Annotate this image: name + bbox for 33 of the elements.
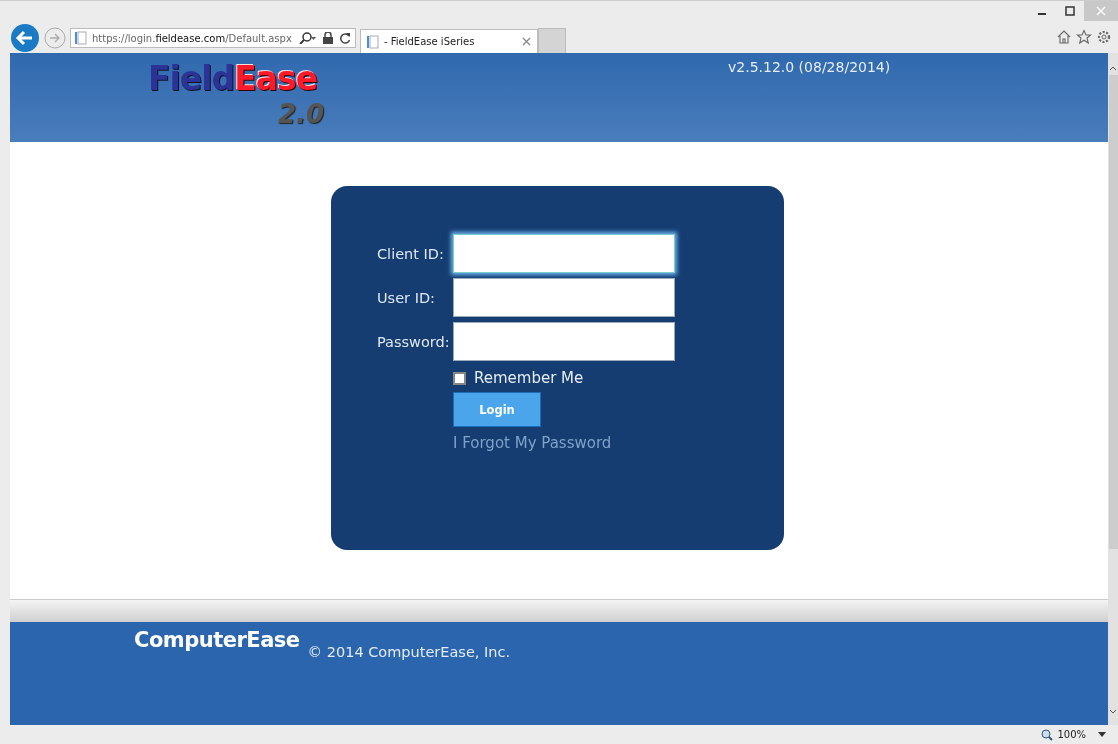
page-icon [367,34,379,49]
browser-tab[interactable]: - FieldEase iSeries [360,29,538,53]
version-text: v2.5.12.0 (08/28/2014) [728,59,891,75]
field-label: Client ID: [377,245,445,262]
scroll-up-icon[interactable] [1109,65,1117,71]
scroll-down-icon[interactable] [1109,709,1117,715]
input-field[interactable] [453,234,675,273]
close-tab-icon[interactable] [522,37,531,46]
input-field[interactable] [453,322,675,361]
search-icon[interactable] [299,32,317,44]
back-button[interactable] [10,23,40,53]
maximize-icon[interactable] [1065,6,1075,16]
lock-icon [322,32,334,44]
dropdown-icon[interactable] [1098,732,1106,737]
page-icon [75,31,87,45]
home-icon[interactable] [1056,29,1072,45]
settings-icon[interactable] [1096,29,1112,45]
zoom-icon [1041,728,1054,741]
star-icon[interactable] [1076,29,1092,45]
field-label: Password: [377,333,451,350]
refresh-icon[interactable] [339,32,351,44]
forgot-password-link[interactable]: I Forgot My Password [453,434,612,452]
url-text: https://login.fieldease.com/Default.aspx [92,32,293,44]
zoom-level[interactable]: 100% [1057,729,1086,740]
scrollbar[interactable] [1108,53,1118,725]
remember-label[interactable]: Remember Me [474,369,584,387]
computerease-logo: ComputerEase [134,628,300,652]
remember-checkbox[interactable] [453,371,466,385]
field-label: User ID: [377,289,436,306]
copyright-text: © 2014 ComputerEase, Inc. [307,644,511,660]
input-field[interactable] [453,278,675,317]
address-bar[interactable]: https://login.fieldease.com/Default.aspx [70,28,356,48]
fieldease-logo: FieldEase 2.0 [147,58,325,131]
